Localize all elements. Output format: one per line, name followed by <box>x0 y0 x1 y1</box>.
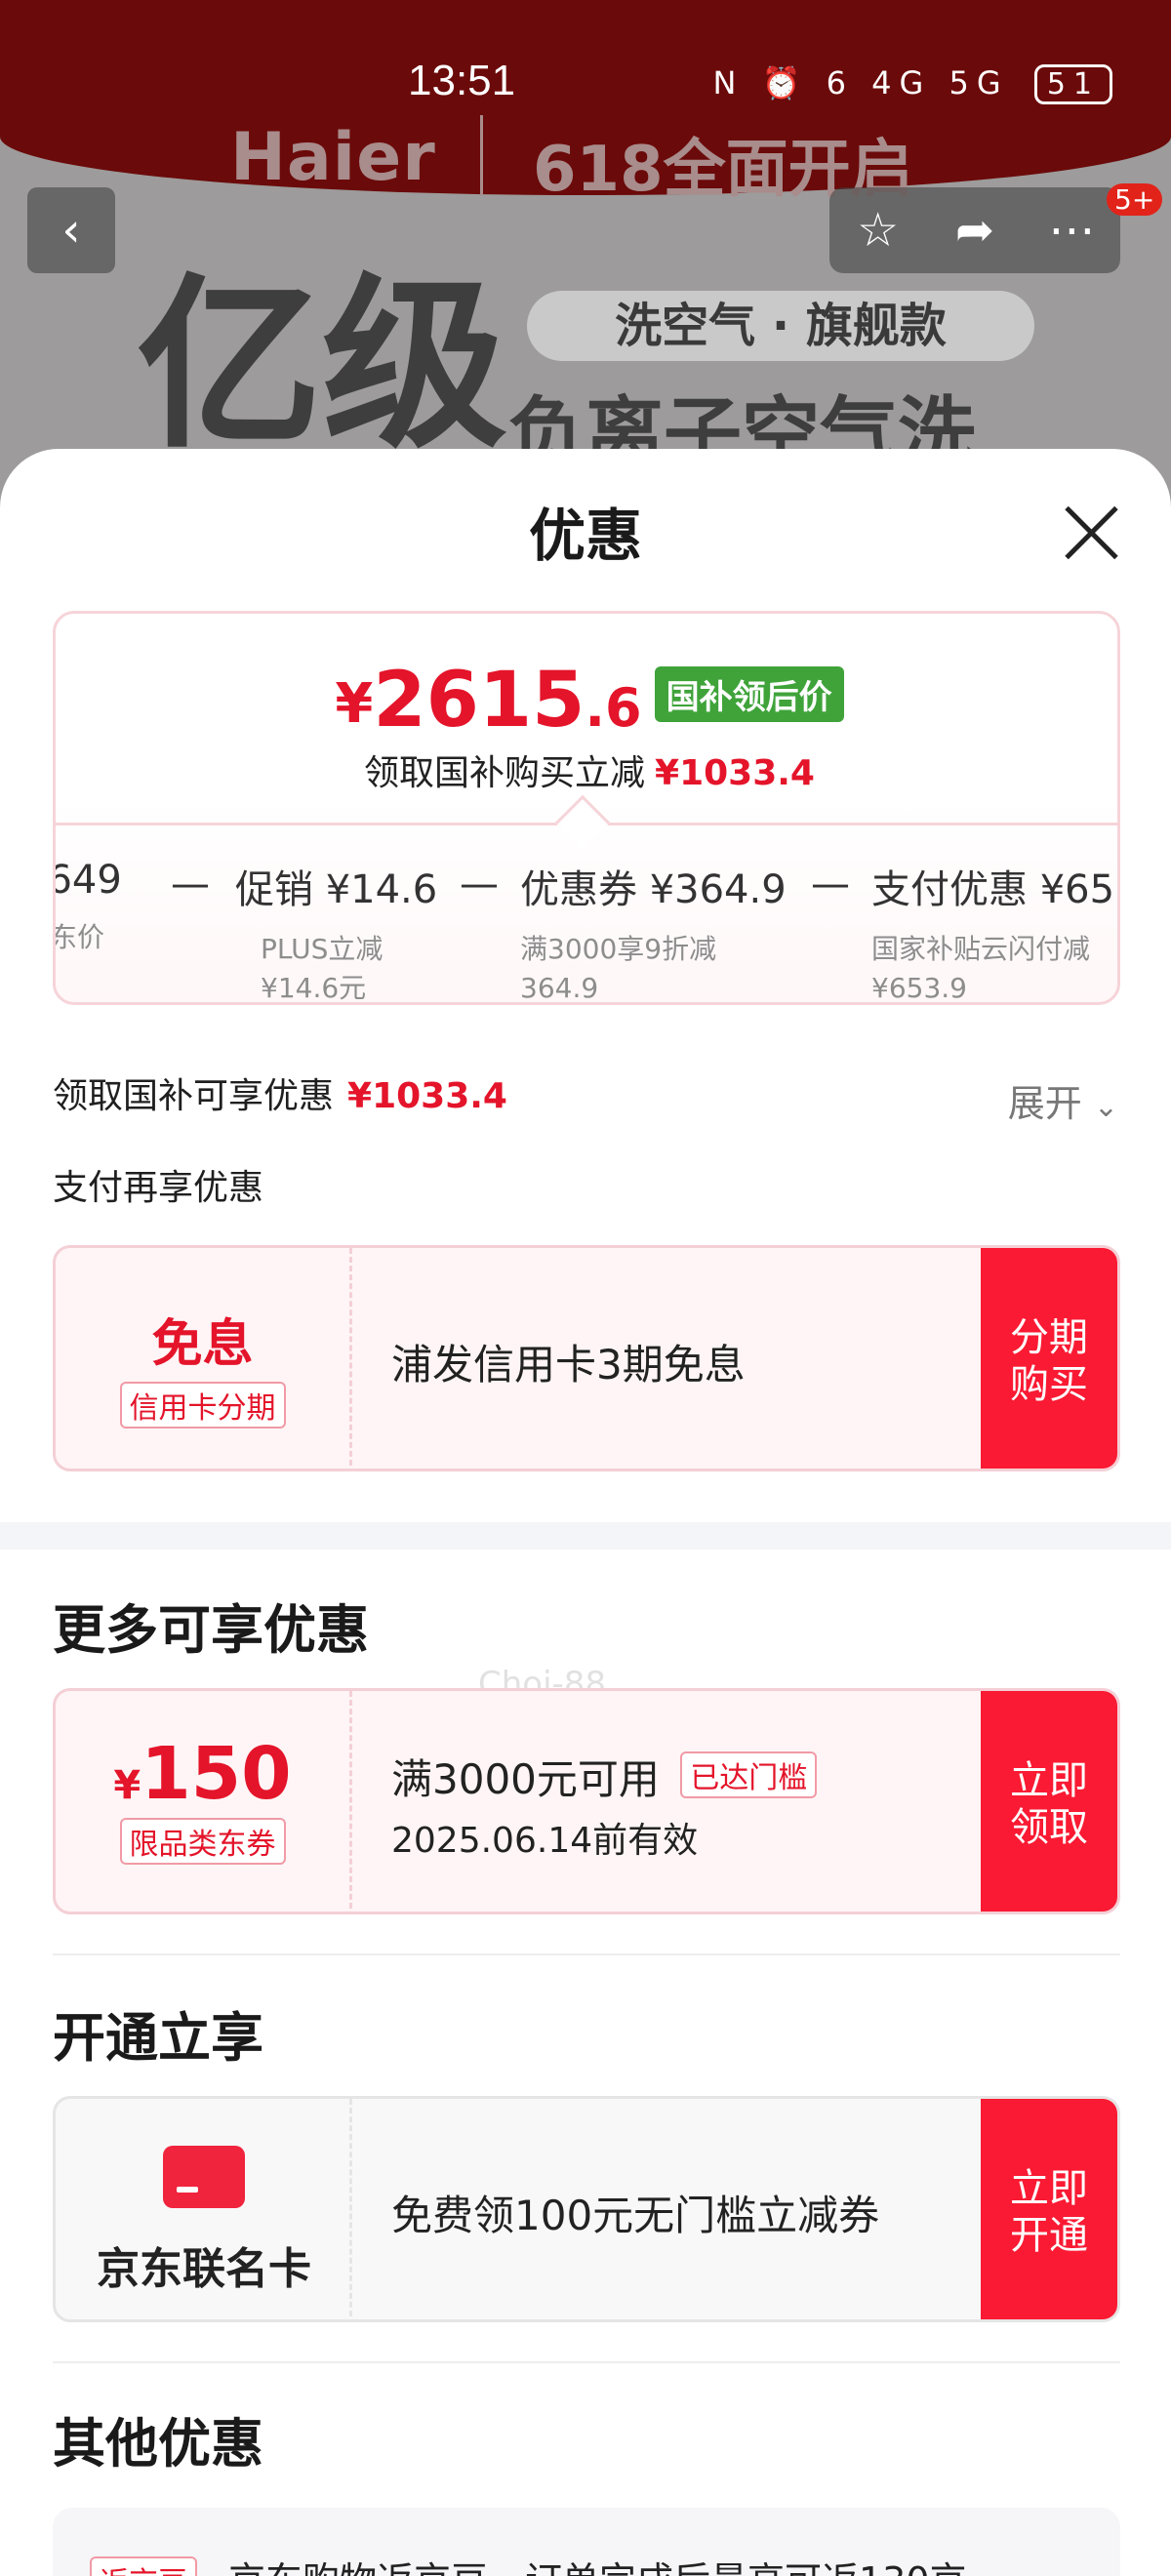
breakdown-note-line: ¥14.6元 <box>261 972 367 1004</box>
banner-big-text: 亿级 <box>137 258 508 473</box>
more-icon[interactable]: ⋯ <box>1028 203 1115 258</box>
installment-tag: 信用卡分期 <box>119 1382 286 1429</box>
coupon-currency: ¥ <box>113 1763 141 1808</box>
more-offers-title: 更多可享优惠 <box>53 1599 369 1661</box>
cobrand-left: 京东联名卡 <box>56 2099 352 2319</box>
cobrand-name: 京东联名卡 <box>97 2244 311 2294</box>
star-icon[interactable]: ☆ <box>834 203 922 258</box>
breakdown-note-line: PLUS立减 <box>261 933 384 965</box>
other-offers-title: 其他优惠 <box>53 2413 263 2475</box>
coupon-value: 150 <box>141 1732 292 1816</box>
claim-coupon-button[interactable]: 立即领取 <box>981 1691 1117 1912</box>
coupon-card[interactable]: ¥150 限品类东券 满3000元可用 已达门槛 2025.06.14前有效 立… <box>53 1688 1120 1914</box>
discount-sheet: 优惠 ¥2615.6 国补领后价 领取国补购买立减¥1033.4 3649 京东… <box>0 449 1171 2576</box>
installment-tag-wrap: 信用卡分期 <box>56 1382 349 1429</box>
action-label: 立即开通 <box>1010 2166 1088 2258</box>
coupon-info: 满3000元可用 已达门槛 2025.06.14前有效 <box>391 1691 818 1912</box>
jingdou-tag: 返京豆 <box>90 2556 197 2576</box>
cobrand-card[interactable]: 京东联名卡 免费领100元无门槛立减券 立即开通 <box>53 2096 1120 2322</box>
message-badge: 5+ <box>1107 183 1163 216</box>
installment-card[interactable]: 免息 信用卡分期 浦发信用卡3期免息 分期购买 <box>53 1245 1120 1471</box>
breakdown-head: 促销 ¥14.6 <box>235 867 438 912</box>
breakdown-note-line: 国家补贴云闪付减 <box>871 933 1091 965</box>
breakdown-note: PLUS立减 ¥14.6元 <box>261 930 437 1004</box>
divider <box>53 1953 1120 1955</box>
status-icons: N ⏰ 6 4G 5G 51 <box>712 64 1112 104</box>
other-offer-row[interactable]: 返京豆 京东购物返京豆，订单完成后最高可返130京 <box>53 2508 1120 2576</box>
brand-logo-text: Haier <box>230 119 436 196</box>
status-bar: 13:51 N ⏰ 6 4G 5G 51 <box>0 0 1171 104</box>
open-benefit-title: 开通立享 <box>53 2007 263 2069</box>
breakdown-head: 支付优惠 ¥653 <box>871 867 1120 912</box>
installment-desc: 浦发信用卡3期免息 <box>391 1340 746 1389</box>
back-button[interactable]: ‹ <box>27 187 115 273</box>
cobrand-desc: 免费领100元无门槛立减券 <box>391 2191 880 2239</box>
breakdown-item-payment: 支付优惠 ¥653 国家补贴云闪付减 ¥653.9 <box>871 858 1120 1004</box>
coupon-condition-line: 满3000元可用 已达门槛 <box>391 1747 818 1806</box>
installment-desc-wrap: 浦发信用卡3期免息 <box>391 1248 746 1469</box>
open-card-button[interactable]: 立即开通 <box>981 2099 1117 2319</box>
section-gap <box>0 1522 1171 1550</box>
brand-divider <box>480 115 483 195</box>
breakdown-item-coupon: 优惠券 ¥364.9 满3000享9折减 364.9 <box>520 858 787 1004</box>
minus-sign: — <box>460 862 499 906</box>
breakdown-note-line: ¥653.9 <box>871 972 967 1004</box>
breakdown-note-line: 364.9 <box>520 972 599 1004</box>
chevron-down-icon: ⌄ <box>1093 1090 1118 1124</box>
breakdown-item-base: 3649 京东价 <box>53 858 122 957</box>
top-action-group: ☆ ➦ ⋯ <box>829 187 1120 273</box>
sheet-title: 优惠 <box>528 503 642 569</box>
coupon-left: ¥150 限品类东券 <box>56 1691 352 1912</box>
installment-buy-button[interactable]: 分期购买 <box>981 1248 1117 1469</box>
chevron-left-icon: ‹ <box>61 203 81 258</box>
subsidy-total-line: 领取国补可享优惠 ¥1033.4 <box>53 1067 507 1118</box>
price-summary-card: ¥2615.6 国补领后价 领取国补购买立减¥1033.4 3649 京东价 —… <box>53 611 1120 1005</box>
cobrand-desc-wrap: 免费领100元无门槛立减券 <box>391 2099 880 2319</box>
minus-sign: — <box>171 862 210 906</box>
close-icon[interactable] <box>1062 502 1120 560</box>
coupon-tag-wrap: 限品类东券 <box>56 1818 349 1865</box>
battery-icon: 51 <box>1033 64 1112 104</box>
share-icon[interactable]: ➦ <box>931 203 1019 258</box>
breakdown-item-promo: 促销 ¥14.6 PLUS立减 ¥14.6元 <box>235 858 438 1004</box>
coupon-condition: 满3000元可用 <box>391 1754 660 1803</box>
price-breakdown: 3649 京东价 — 促销 ¥14.6 PLUS立减 ¥14.6元 — 优惠券 … <box>53 614 1120 1004</box>
status-time: 13:51 <box>408 57 516 104</box>
breakdown-note: 国家补贴云闪付减 ¥653.9 <box>871 930 1117 1004</box>
coupon-expiry: 2025.06.14前有效 <box>391 1820 699 1861</box>
breakdown-note-line: 满3000享9折减 <box>520 933 717 965</box>
subsidy-total-amount: ¥1033.4 <box>347 1076 507 1116</box>
other-offer-text: 京东购物返京豆，订单完成后最高可返130京 <box>228 2551 967 2576</box>
installment-left: 免息 信用卡分期 <box>56 1248 352 1469</box>
expand-label: 展开 <box>1007 1082 1082 1125</box>
breakdown-note: 满3000享9折减 364.9 <box>520 930 787 1004</box>
credit-card-icon <box>163 2146 245 2208</box>
expand-button[interactable]: 展开 ⌄ <box>1008 1073 1118 1127</box>
minus-sign: — <box>811 862 850 906</box>
signal-icons: N ⏰ 6 4G 5G <box>712 64 1009 101</box>
pay-section-title: 支付再享优惠 <box>53 1168 264 1208</box>
breakdown-note: 京东价 <box>53 921 105 953</box>
action-label: 立即领取 <box>1010 1758 1088 1850</box>
breakdown-head: 3649 <box>56 858 122 903</box>
coupon-tag: 限品类东券 <box>119 1818 286 1865</box>
breakdown-head: 优惠券 ¥364.9 <box>520 867 787 912</box>
installment-title: 免息 <box>151 1315 254 1374</box>
coupon-status-badge: 已达门槛 <box>680 1751 818 1798</box>
subsidy-total-text: 领取国补可享优惠 <box>53 1076 335 1116</box>
divider <box>53 2361 1120 2363</box>
coupon-amount: ¥150 <box>56 1732 349 1816</box>
action-label: 分期购买 <box>1010 1315 1088 1407</box>
banner-pill: 洗空气 · 旗舰款 <box>527 291 1034 361</box>
